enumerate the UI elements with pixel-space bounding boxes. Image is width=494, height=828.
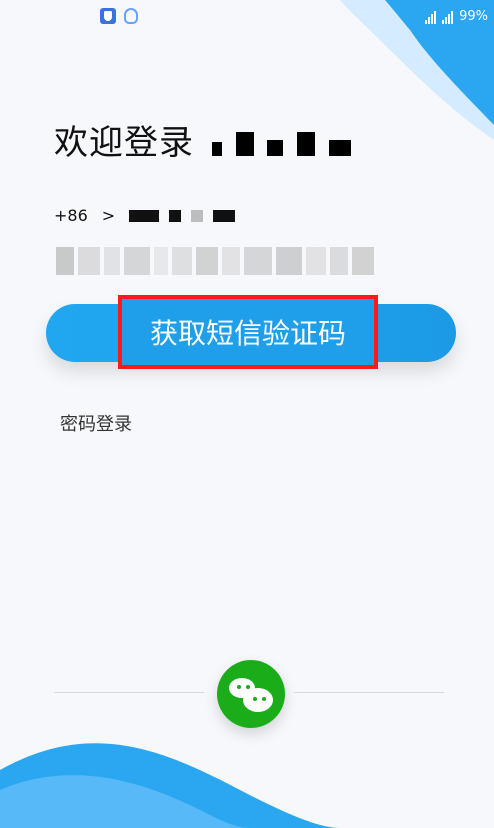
security-shield-icon [100,8,116,24]
divider-right [294,692,444,693]
get-sms-code-label: 获取短信验证码 [149,317,346,350]
login-screen: 欢迎登录 +86 > 获取短信验证码 密码登录 [0,0,494,828]
country-chevron-icon[interactable]: > [102,206,115,225]
wechat-eye-icon [262,697,266,701]
get-sms-code-button[interactable]: 获取短信验证码 [118,295,378,369]
status-right: 99% [425,9,488,24]
wechat-eye-icon [253,697,257,701]
redacted-name [206,125,352,165]
qq-icon [124,8,138,24]
signal-strength-1-icon [425,10,437,24]
signal-strength-2-icon [442,10,454,24]
password-login-link[interactable]: 密码登录 [60,410,132,436]
page-title: 欢迎登录 [54,115,352,165]
wechat-eye-icon [246,685,250,689]
wechat-bubble-icon [243,688,273,712]
status-left-icons [100,8,138,24]
country-code[interactable]: +86 [54,206,88,225]
title-text: 欢迎登录 [54,123,194,163]
status-bar: 99% [0,0,494,34]
battery-percentage: 99% [459,9,488,24]
redacted-phone-number [129,209,236,222]
divider-left [54,692,204,693]
redacted-input-field[interactable] [56,246,376,276]
wechat-eye-icon [237,685,241,689]
phone-number-row[interactable]: +86 > [54,206,236,225]
wechat-login-button[interactable] [217,660,285,728]
